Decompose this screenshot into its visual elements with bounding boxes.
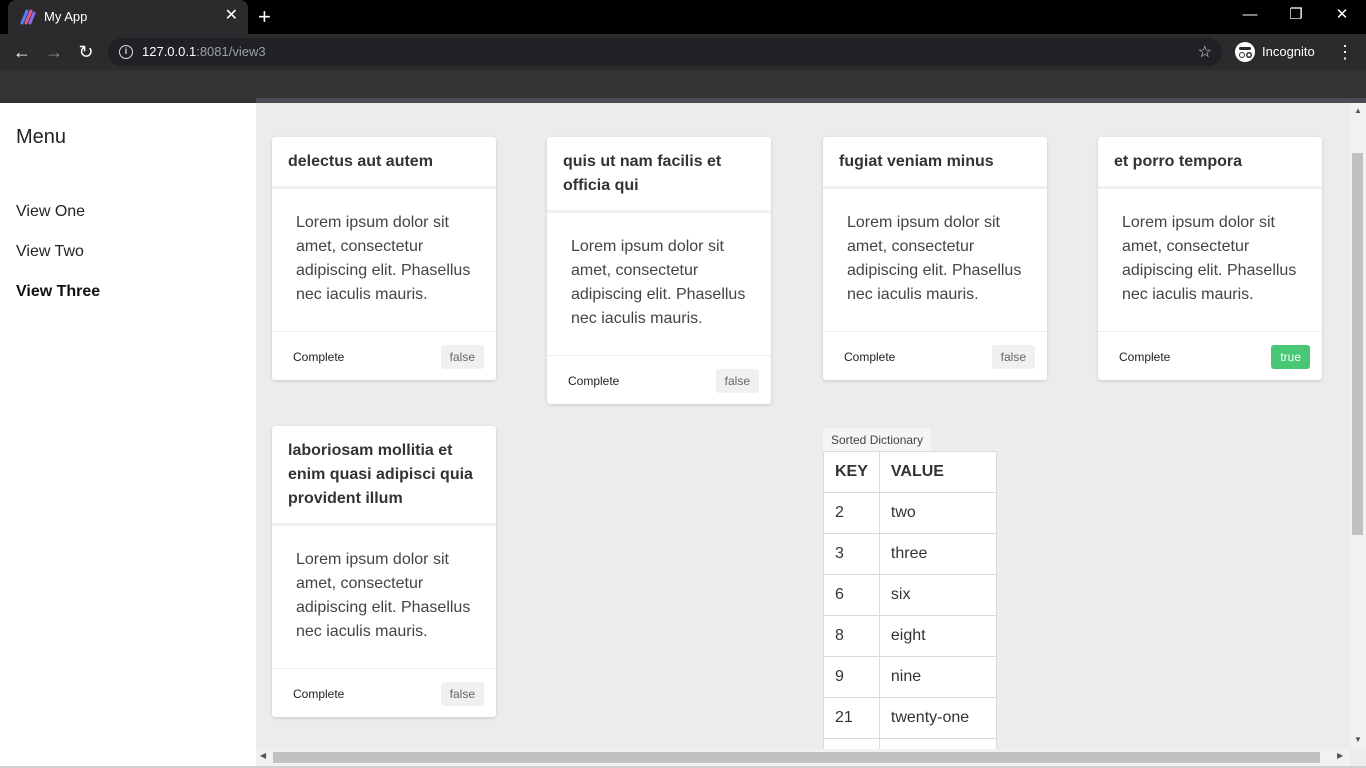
browser-tab[interactable]: My App ✕ [8,0,248,34]
restore-button[interactable]: ❐ [1276,4,1316,26]
value-cell: eight [878,615,998,657]
new-tab-button[interactable]: + [258,5,271,29]
site-info-icon[interactable]: i [119,45,133,59]
card-title: fugiat veniam minus [823,137,1047,189]
card-title: laboriosam mollitia et enim quasi adipis… [272,426,496,526]
card-body: Lorem ipsum dolor sit amet, consectetur … [1098,189,1322,332]
table-row: 9 nine [823,656,998,698]
scroll-right-arrow-icon[interactable]: ▶ [1337,751,1343,760]
card-body: Lorem ipsum dolor sit amet, consectetur … [547,213,771,356]
complete-status-badge: false [715,369,759,393]
value-cell [878,738,998,749]
scroll-down-arrow-icon[interactable]: ▼ [1350,735,1366,744]
complete-label: Complete [844,350,896,364]
value-cell: two [878,492,998,534]
table-row: 6 six [823,574,998,616]
sorted-dictionary-tag: Sorted Dictionary [823,428,932,452]
table-row: 2 two [823,492,998,534]
table-header-row: KEY VALUE [823,451,998,493]
address-bar[interactable]: i 127.0.0.1:8081/view3 ☆ [108,38,1222,66]
tab-close-icon[interactable]: ✕ [225,7,238,25]
card-body: Lorem ipsum dolor sit amet, consectetur … [823,189,1047,332]
key-cell: 8 [823,615,880,657]
scroll-left-arrow-icon[interactable]: ◀ [260,751,266,760]
todo-card: fugiat veniam minus Lorem ipsum dolor si… [823,137,1047,380]
incognito-indicator[interactable]: Incognito [1232,38,1326,66]
card-title: delectus aut autem [272,137,496,189]
todo-card: laboriosam mollitia et enim quasi adipis… [272,426,496,717]
table-row [823,738,998,749]
scroll-up-arrow-icon[interactable]: ▲ [1350,106,1366,115]
card-footer: Complete false [272,332,496,380]
window-close-button[interactable]: ✕ [1322,4,1362,26]
url-text: 127.0.0.1:8081/view3 [142,44,266,59]
todo-card: et porro tempora Lorem ipsum dolor sit a… [1098,137,1322,380]
app-favicon-icon [20,9,36,25]
key-cell: 2 [823,492,880,534]
complete-label: Complete [568,374,620,388]
complete-status-badge: false [440,345,484,369]
value-column-header: VALUE [878,451,998,493]
sidebar-item-view-three[interactable]: View Three [16,283,100,301]
sidebar-item-view-one[interactable]: View One [16,203,85,221]
menu-title: Menu [16,126,67,148]
key-cell [823,738,880,749]
todo-card: quis ut nam facilis et officia qui Lorem… [547,137,771,404]
browser-toolbar: ← → ↻ i 127.0.0.1:8081/view3 ☆ Incognito… [0,34,1366,70]
card-title: quis ut nam facilis et officia qui [547,137,771,213]
complete-status-badge: true [1271,345,1310,369]
sidebar: Menu View One View Two View Three [0,103,256,768]
value-cell: nine [878,656,998,698]
forward-arrow-icon[interactable]: → [42,41,66,63]
url-host: 127.0.0.1 [142,44,197,59]
value-cell: twenty-one [878,697,998,739]
main-content: delectus aut autem Lorem ipsum dolor sit… [256,103,1350,749]
card-footer: Complete false [272,669,496,717]
sorted-dictionary-table: KEY VALUE 2 two 3 three 6 six 8 eight 9 nine … [823,451,998,749]
bookmark-star-icon[interactable]: ☆ [1198,42,1212,62]
browser-tab-bar: My App ✕ + — ❐ ✕ [0,0,1366,34]
complete-status-badge: false [440,682,484,706]
incognito-icon [1235,42,1255,62]
value-cell: six [878,574,998,616]
card-body: Lorem ipsum dolor sit amet, consectetur … [272,526,496,669]
key-cell: 6 [823,574,880,616]
table-row: 3 three [823,533,998,575]
tab-title: My App [44,9,88,24]
minimize-button[interactable]: — [1230,4,1270,26]
table-row: 21 twenty-one [823,697,998,739]
browser-menu-icon[interactable]: ⋮ [1336,41,1354,63]
complete-status-badge: false [991,345,1035,369]
reload-icon[interactable]: ↻ [74,41,98,63]
back-arrow-icon[interactable]: ← [10,41,34,63]
card-body: Lorem ipsum dolor sit amet, consectetur … [272,189,496,332]
url-path: :8081/view3 [196,44,266,59]
key-cell: 3 [823,533,880,575]
table-row: 8 eight [823,615,998,657]
sidebar-item-view-two[interactable]: View Two [16,243,84,261]
key-column-header: KEY [823,451,880,493]
incognito-label: Incognito [1262,44,1315,59]
card-title: et porro tempora [1098,137,1322,189]
complete-label: Complete [293,687,345,701]
card-footer: Complete true [1098,332,1322,380]
horizontal-scrollbar-thumb[interactable] [273,752,1320,763]
vertical-scrollbar-thumb[interactable] [1352,153,1363,535]
todo-card: delectus aut autem Lorem ipsum dolor sit… [272,137,496,380]
card-footer: Complete false [547,356,771,404]
key-cell: 9 [823,656,880,698]
value-cell: three [878,533,998,575]
card-footer: Complete false [823,332,1047,380]
key-cell: 21 [823,697,880,739]
complete-label: Complete [293,350,345,364]
complete-label: Complete [1119,350,1171,364]
